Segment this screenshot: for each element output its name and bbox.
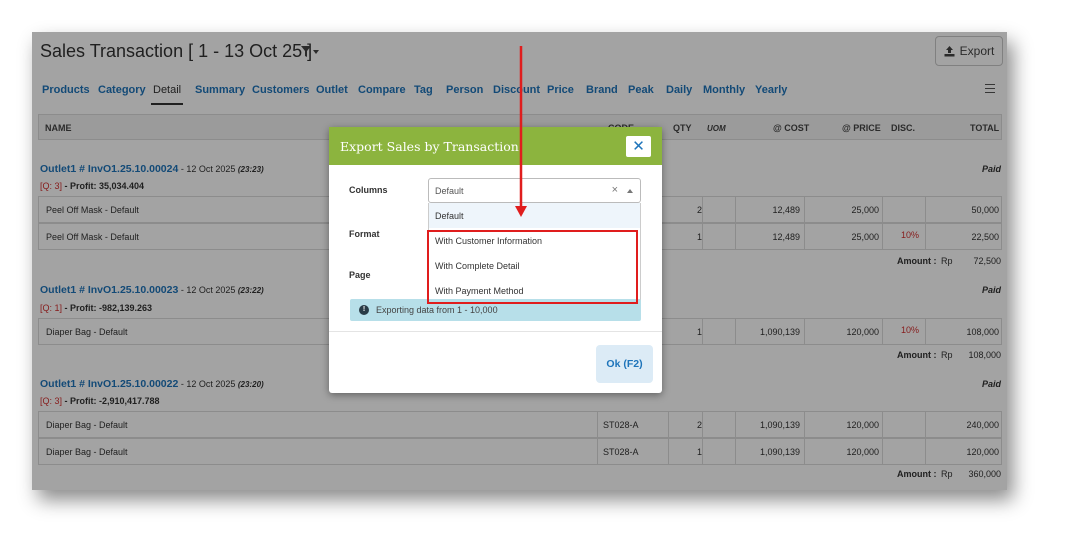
app-window: Sales Transaction [ 1 - 13 Oct 25 ] Expo… [32, 32, 1007, 490]
modal-divider [329, 331, 662, 332]
ok-button[interactable]: Ok (F2) [596, 345, 653, 383]
page-label: Page [349, 270, 371, 280]
info-icon: ! [359, 305, 369, 315]
info-text: Exporting data from 1 - 10,000 [376, 305, 498, 315]
highlight-box [427, 230, 638, 304]
arrow-annotation [515, 46, 527, 217]
